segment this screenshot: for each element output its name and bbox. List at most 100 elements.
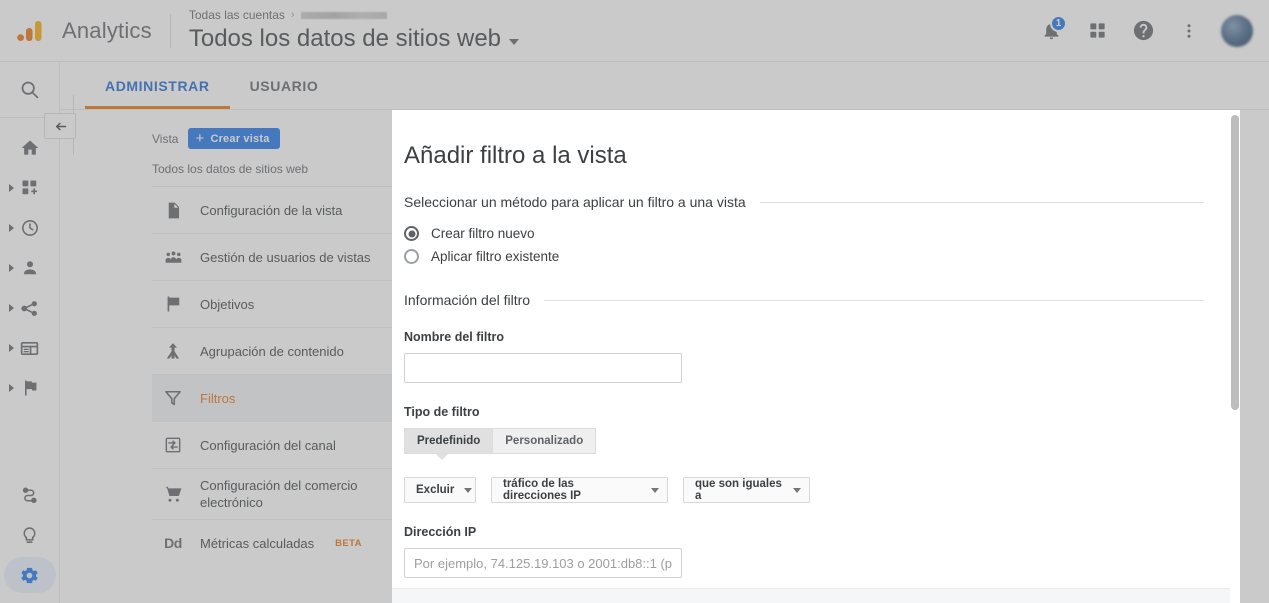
radio-apply-existing-filter[interactable]: Aplicar filtro existente [404, 249, 1204, 264]
sidebar-item-behavior[interactable] [0, 328, 60, 368]
dialog-scrollbar-track[interactable] [1230, 110, 1240, 603]
view-column-header: Vista + Crear vista [152, 128, 424, 149]
content-grouping-icon [162, 341, 184, 361]
divider [544, 299, 1204, 301]
divider [759, 201, 1204, 203]
sidebar-item-discover[interactable] [0, 515, 60, 555]
ip-address-group: Dirección IP [404, 525, 1204, 578]
ip-address-label: Dirección IP [404, 525, 477, 539]
admin-item-user-management[interactable]: Gestión de usuarios de vistas [152, 234, 424, 281]
expand-arrow-icon [8, 224, 14, 232]
chevron-down-icon [464, 488, 473, 493]
admin-item-ecommerce-settings[interactable]: Configuración del comercio electrónico [152, 469, 424, 520]
expand-arrow-icon [8, 184, 14, 192]
arrow-left-icon [55, 122, 66, 130]
document-icon [162, 201, 184, 220]
analytics-logo-icon [0, 17, 60, 45]
top-header-bar: Analytics Todas las cuentas › Todos los … [0, 0, 1269, 62]
filter-type-segmented-control: Predefinido Personalizado [404, 428, 597, 460]
gear-icon [21, 567, 38, 583]
create-view-button[interactable]: + Crear vista [188, 128, 280, 149]
shopping-cart-icon [162, 484, 184, 505]
beta-badge: BETA [335, 538, 362, 549]
help-icon[interactable] [1123, 11, 1163, 51]
filter-name-input[interactable] [404, 353, 682, 383]
admin-item-calculated-metrics[interactable]: Dd Métricas calculadas BETA [152, 520, 424, 567]
admin-item-label: Métricas calculadas [200, 536, 315, 551]
sidebar-item-customization[interactable] [0, 168, 60, 208]
collapse-panel-button[interactable] [44, 113, 76, 139]
admin-item-label: Objetivos [200, 296, 255, 312]
page-title: Todos los datos de sitios web [188, 25, 502, 52]
admin-item-label: Gestión de usuarios de vistas [200, 249, 371, 265]
admin-item-label: Configuración del canal [200, 437, 336, 453]
brand-title: Analytics [62, 17, 152, 43]
admin-item-goals[interactable]: Objetivos [152, 281, 424, 328]
users-group-icon [162, 247, 184, 268]
filter-match-dropdown[interactable]: que son iguales a [683, 477, 810, 503]
dropdown-value: tráfico de las direcciones IP [503, 478, 581, 502]
dd-text-icon: Dd [164, 535, 182, 551]
expand-arrow-icon [8, 384, 14, 392]
admin-item-label: Agrupación de contenido [200, 343, 344, 359]
breadcrumb-account-redacted[interactable] [300, 11, 387, 19]
notifications-icon[interactable]: 1 [1031, 11, 1071, 51]
sidebar-item-acquisition[interactable] [0, 288, 60, 328]
filter-source-dropdown[interactable]: tráfico de las direcciones IP [491, 477, 668, 503]
dropdown-value: que son iguales a [695, 478, 782, 502]
sidebar-item-attribution[interactable] [0, 475, 60, 515]
segment-pointer-icon [436, 454, 448, 460]
dropdown-value: Excluir [416, 484, 455, 496]
flag-icon [162, 294, 184, 314]
sidebar-item-admin[interactable] [0, 555, 60, 595]
dialog-scrollbar-thumb[interactable] [1231, 115, 1239, 410]
admin-item-view-settings[interactable]: Configuración de la vista [152, 187, 424, 234]
admin-item-content-grouping[interactable]: Agrupación de contenido [152, 328, 424, 375]
view-selector-chevron-down-icon[interactable] [509, 39, 520, 45]
sidebar-item-conversions[interactable] [0, 368, 60, 408]
tab-usuario[interactable]: USUARIO [230, 63, 339, 109]
notification-badge: 1 [1050, 14, 1067, 32]
admin-item-label: Filtros [200, 390, 236, 406]
method-section-title: Seleccionar un método para aplicar un fi… [404, 194, 746, 210]
collapse-panel-area [44, 95, 104, 155]
radio-label: Aplicar filtro existente [431, 249, 560, 264]
view-column-label: Vista [152, 131, 179, 146]
radio-button[interactable] [404, 249, 419, 264]
tab-administrar[interactable]: ADMINISTRAR [85, 63, 230, 109]
chevron-down-icon [651, 488, 659, 493]
expand-arrow-icon [8, 304, 14, 312]
header-actions: 1 [1031, 11, 1269, 51]
add-filter-dialog: Añadir filtro a la vista Seleccionar un … [392, 110, 1240, 603]
admin-item-label: Configuración de la vista [200, 202, 343, 218]
admin-item-label: Configuración del comercio electrónico [200, 478, 358, 510]
filter-name-group: Nombre del filtro [404, 330, 1204, 383]
filter-verb-dropdown[interactable]: Excluir [404, 477, 476, 503]
more-vertical-icon[interactable] [1169, 11, 1209, 51]
current-view-name: Todos los datos de sitios web [152, 162, 309, 176]
sidebar-item-realtime[interactable] [0, 208, 60, 248]
sidebar-item-audience[interactable] [0, 248, 60, 288]
segment-personalizado[interactable]: Personalizado [493, 428, 597, 454]
radio-create-new-filter[interactable]: Crear filtro nuevo [404, 226, 1204, 241]
admin-item-filters[interactable]: Filtros [152, 375, 424, 422]
radio-button[interactable] [404, 226, 419, 241]
info-section-title: Información del filtro [404, 292, 531, 308]
dialog-title: Añadir filtro a la vista [404, 142, 627, 169]
expand-arrow-icon [8, 264, 14, 272]
filter-config-row: Excluir tráfico de las direcciones IP qu… [404, 477, 1204, 503]
radio-label: Crear filtro nuevo [431, 226, 535, 241]
dialog-footer [392, 588, 1240, 603]
ip-address-input[interactable] [404, 548, 682, 578]
breadcrumb-all-accounts[interactable]: Todas las cuentas [189, 8, 285, 22]
apps-grid-icon[interactable] [1077, 11, 1117, 51]
user-avatar[interactable] [1221, 14, 1253, 47]
channel-settings-icon [162, 435, 184, 455]
funnel-filter-icon [162, 388, 184, 408]
filter-type-label: Tipo de filtro [404, 405, 480, 419]
admin-item-channel-settings[interactable]: Configuración del canal [152, 422, 424, 469]
segment-predefinido[interactable]: Predefinido [404, 428, 494, 454]
expand-arrow-icon [8, 344, 14, 352]
info-section-header: Información del filtro [404, 292, 1204, 308]
breadcrumb: Todas las cuentas › Todos los datos de s… [171, 7, 1031, 54]
